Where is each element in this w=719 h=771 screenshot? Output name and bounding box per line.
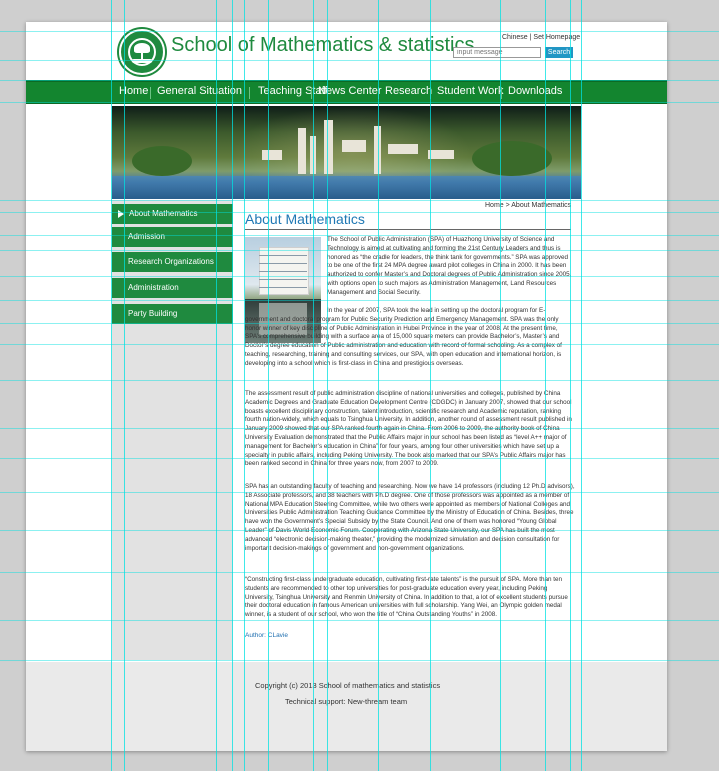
author-link[interactable]: Author: CLavie	[245, 632, 288, 639]
school-logo-icon[interactable]	[119, 29, 165, 75]
content-paragraph: In the year of 2007, SPA took the lead i…	[245, 307, 562, 367]
guide-line	[570, 0, 571, 771]
guide-line	[0, 428, 719, 429]
nav-divider	[501, 87, 502, 99]
content-paragraph: SPA has an outstanding faculty of teachi…	[245, 483, 575, 552]
guide-line	[0, 250, 719, 251]
guide-line	[0, 344, 719, 345]
nav-research[interactable]: Research	[385, 85, 432, 97]
sidebar-item-admission[interactable]: Admission	[112, 227, 233, 247]
guide-line	[0, 212, 719, 213]
sidebar-item-label: Administration	[128, 283, 179, 292]
guide-line	[430, 0, 431, 771]
footer-copyright: Copyright (c) 2013 School of mathematics…	[255, 681, 441, 690]
guide-line	[0, 31, 719, 32]
guide-line	[327, 0, 328, 771]
guide-line	[0, 276, 719, 277]
guide-line	[216, 0, 217, 771]
nav-divider	[150, 87, 151, 99]
nav-student-work[interactable]: Student Work	[437, 85, 503, 97]
title-divider	[245, 229, 571, 230]
sidebar-item-about-mathematics[interactable]: About Mathematics	[112, 204, 233, 224]
chinese-link[interactable]: Chinese	[502, 34, 528, 41]
guide-line	[0, 458, 719, 459]
guide-line	[0, 572, 719, 573]
sidebar-item-administration[interactable]: Administration	[112, 278, 233, 298]
guide-line	[0, 620, 719, 621]
guide-line	[0, 530, 719, 531]
guide-line	[313, 0, 314, 771]
nav-divider	[249, 87, 250, 99]
sidebar-item-label: About Mathematics	[129, 209, 198, 218]
top-links: Chinese | Set Homepage	[502, 34, 580, 41]
sidebar-item-research-organizations[interactable]: Research Organizations	[112, 252, 233, 272]
guide-line	[545, 0, 546, 771]
guide-line	[0, 660, 719, 661]
nav-downloads[interactable]: Downloads	[508, 85, 562, 97]
sidebar-item-party-building[interactable]: Party Building	[112, 304, 233, 324]
guide-line	[244, 0, 245, 771]
sidebar-item-label: Admission	[128, 232, 165, 241]
nav-general-situation[interactable]: General Situation	[157, 85, 242, 97]
search-input[interactable]	[453, 47, 541, 58]
guide-line	[0, 60, 719, 61]
footer-support: Technical support: New-thream team	[285, 697, 408, 706]
nav-divider	[311, 87, 312, 99]
guide-line	[0, 380, 719, 381]
guide-line	[0, 200, 719, 201]
guide-line	[0, 102, 719, 103]
guide-line	[124, 0, 125, 771]
guide-line	[0, 492, 719, 493]
guide-line	[111, 0, 112, 771]
content-paragraph: “Constructing first-class undergraduate …	[245, 576, 568, 619]
content-paragraph: The School of Public Administration (SPA…	[327, 236, 572, 296]
link-separator: |	[529, 34, 532, 41]
guide-line	[232, 0, 233, 771]
guide-line	[268, 0, 269, 771]
campus-banner-image	[112, 106, 581, 199]
page-title: About Mathematics	[245, 211, 365, 227]
sidebar-item-label: Party Building	[128, 309, 178, 318]
sidebar-item-label: Research Organizations	[128, 257, 214, 266]
guide-line	[0, 323, 719, 324]
guide-line	[0, 235, 719, 236]
guide-line	[0, 300, 719, 301]
search-button[interactable]: Search	[545, 47, 573, 58]
breadcrumb: Home > About Mathematics	[485, 202, 572, 209]
guide-line	[581, 0, 582, 771]
guide-line	[378, 0, 379, 771]
guide-line	[500, 0, 501, 771]
guide-line	[0, 80, 719, 81]
set-homepage-link[interactable]: Set Homepage	[533, 34, 580, 41]
